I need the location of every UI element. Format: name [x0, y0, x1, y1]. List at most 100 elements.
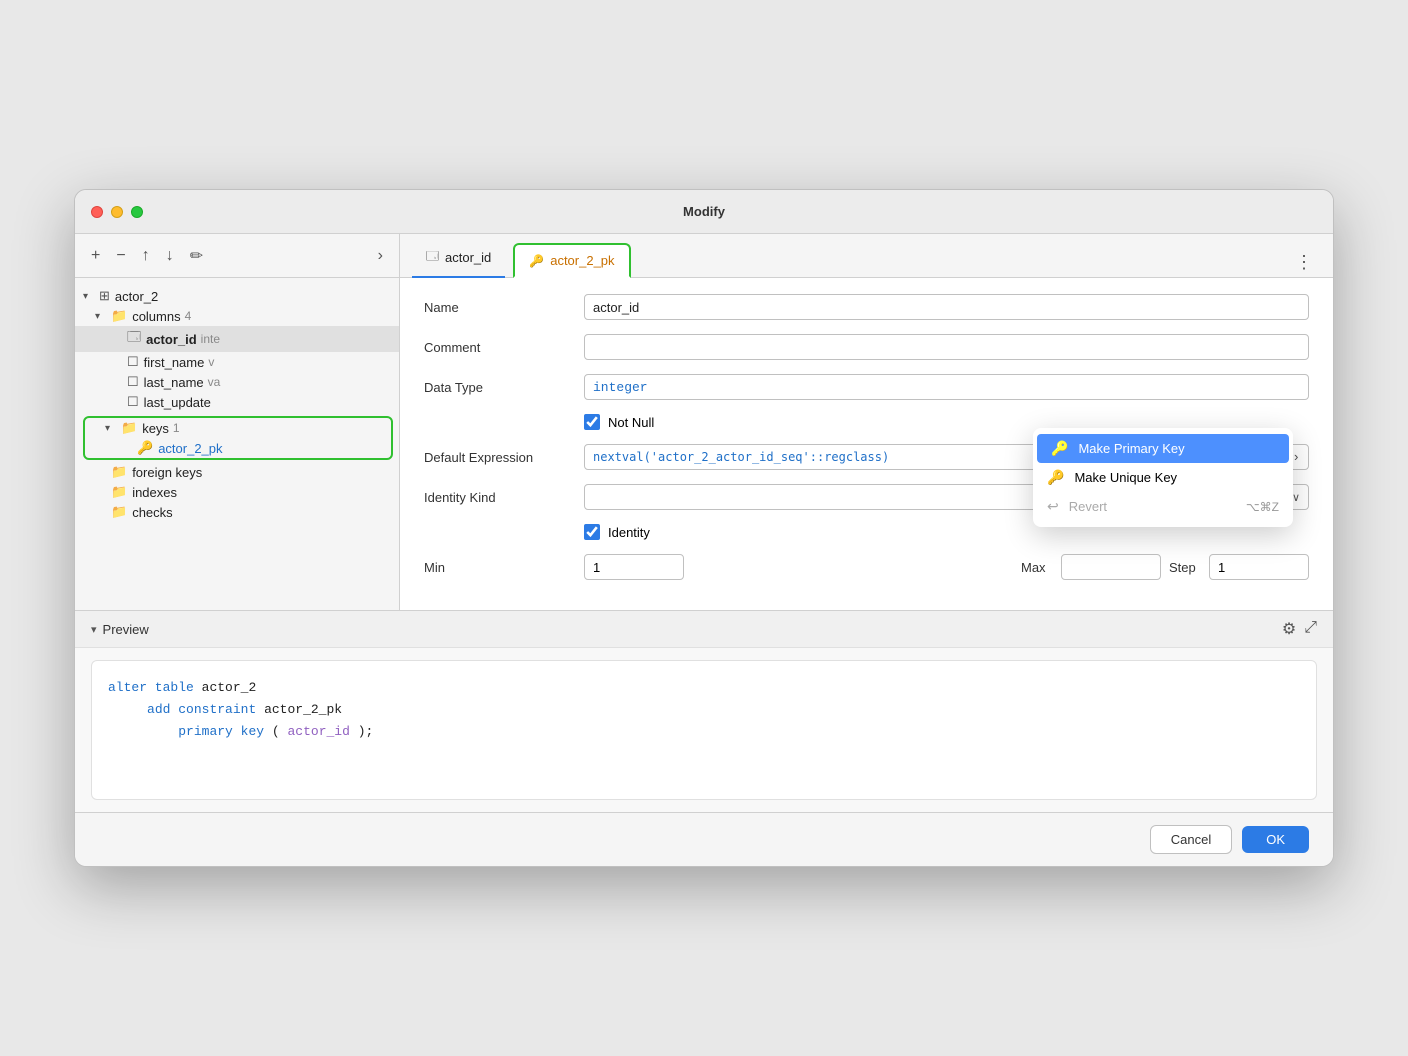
add-button[interactable]: +: [87, 245, 104, 267]
tab-more-button[interactable]: ⋮: [1287, 248, 1321, 277]
tree-item-columns[interactable]: ▾ 📁 columns 4: [75, 306, 399, 326]
min-label: Min: [424, 560, 584, 575]
menu-item-label: Make Primary Key: [1078, 441, 1184, 456]
tree-item-checks[interactable]: 📁 checks: [75, 502, 399, 522]
tree-label: keys: [142, 421, 169, 436]
key-gray-icon: 🔑: [1047, 469, 1064, 486]
tree-label: checks: [132, 505, 172, 520]
col-icon: ☐: [127, 354, 139, 370]
tree-item-foreign-keys[interactable]: 📁 foreign keys: [75, 462, 399, 482]
move-down-button[interactable]: ↓: [162, 245, 178, 267]
settings-icon[interactable]: ⚙: [1282, 619, 1296, 639]
notnull-label: Not Null: [608, 415, 654, 430]
chevron-down-icon: ∨: [1292, 491, 1300, 504]
folder-icon: 📁: [111, 484, 127, 500]
expand-icon[interactable]: ›: [1292, 450, 1300, 465]
tree-item-first-name[interactable]: ☐ first_name v: [75, 352, 399, 372]
keys-section: ▾ 📁 keys 1 🔑 actor_2_pk: [83, 416, 393, 460]
col-icon: 🗔: [127, 328, 141, 350]
code-indent: [108, 724, 170, 739]
ok-button[interactable]: OK: [1242, 826, 1309, 853]
min-input[interactable]: [584, 554, 684, 580]
step-input[interactable]: [1209, 554, 1309, 580]
window-title: Modify: [683, 204, 725, 219]
tab-label: actor_id: [445, 250, 491, 265]
sidebar: + − ↑ ↓ ✏ › ▾ ⊞ actor_2 ▾: [75, 234, 400, 610]
remove-button[interactable]: −: [112, 245, 129, 267]
identity-kind-label: Identity Kind: [424, 490, 584, 505]
key-orange-icon: 🔑: [1051, 440, 1068, 457]
tree-item-keys[interactable]: ▾ 📁 keys 1: [85, 418, 391, 438]
revert-icon: ↩: [1047, 498, 1059, 515]
code-line-2: add constraint actor_2_pk: [108, 699, 1300, 721]
default-expr-text: nextval('actor_2_actor_id_seq'::regclass…: [593, 450, 889, 464]
folder-icon: 📁: [111, 464, 127, 480]
folder-icon: 📁: [121, 420, 137, 436]
name-input[interactable]: [584, 294, 1309, 320]
preview-tools: ⚙ ⤢: [1282, 619, 1317, 639]
menu-item-label: Make Unique Key: [1074, 470, 1177, 485]
code-name-parens: (: [272, 724, 280, 739]
fullscreen-button[interactable]: [131, 206, 143, 218]
chevron-icon: ▾: [95, 311, 107, 322]
tree-item-indexes[interactable]: 📁 indexes: [75, 482, 399, 502]
code-keyword-add: add constraint: [147, 702, 256, 717]
folder-icon: 📁: [111, 308, 127, 324]
form-area: Name Comment Data Type: [400, 278, 1333, 610]
identity-label: Identity: [608, 525, 650, 540]
context-menu: 🔑 Make Primary Key 🔑 Make Unique Key ↩ R…: [1033, 428, 1293, 527]
titlebar: Modify: [75, 190, 1333, 234]
step-label: Step: [1169, 560, 1209, 575]
tab-actor2pk[interactable]: 🔑 actor_2_pk: [513, 243, 630, 278]
tree-meta: v: [208, 355, 214, 369]
export-icon[interactable]: ⤢: [1304, 619, 1317, 639]
traffic-lights: [91, 206, 143, 218]
code-name-actor2: actor_2: [202, 680, 257, 695]
form-row-name: Name: [424, 294, 1309, 320]
datatype-label: Data Type: [424, 380, 584, 395]
menu-item-make-primary-key[interactable]: 🔑 Make Primary Key: [1037, 434, 1289, 463]
expand-button[interactable]: ›: [374, 245, 387, 267]
code-line-3: primary key ( actor_id );: [108, 721, 1300, 743]
tree-label: actor_2: [115, 289, 158, 304]
tree-meta: 4: [185, 309, 192, 323]
tree-meta: 1: [173, 421, 180, 435]
max-input[interactable]: [1061, 554, 1161, 580]
code-keyword-primary: primary key: [178, 724, 264, 739]
minimize-button[interactable]: [111, 206, 123, 218]
main-content: + − ↑ ↓ ✏ › ▾ ⊞ actor_2 ▾: [75, 234, 1333, 866]
code-name-constraint: actor_2_pk: [264, 702, 342, 717]
close-button[interactable]: [91, 206, 103, 218]
menu-item-label: Revert: [1069, 499, 1107, 514]
tree-item-last-update[interactable]: ☐ last_update: [75, 392, 399, 412]
col-icon: ☐: [127, 374, 139, 390]
edit-button[interactable]: ✏: [186, 244, 207, 268]
tab-label: actor_2_pk: [550, 253, 614, 268]
tree-item-actor-id[interactable]: 🗔 actor_id inte: [75, 326, 399, 352]
tree-label: indexes: [132, 485, 177, 500]
right-panel: 🗔 actor_id 🔑 actor_2_pk ⋮ Name: [400, 234, 1333, 610]
form-row-comment: Comment: [424, 334, 1309, 360]
comment-input[interactable]: [584, 334, 1309, 360]
identity-checkbox[interactable]: [584, 524, 600, 540]
notnull-checkbox[interactable]: [584, 414, 600, 430]
tree-item-last-name[interactable]: ☐ last_name va: [75, 372, 399, 392]
table-icon: ⊞: [99, 288, 110, 304]
tree-item-actor2pk[interactable]: 🔑 actor_2_pk: [85, 438, 391, 458]
code-name-close: );: [358, 724, 374, 739]
tree-label: actor_2_pk: [158, 441, 222, 456]
tree-label: foreign keys: [132, 465, 202, 480]
top-area: + − ↑ ↓ ✏ › ▾ ⊞ actor_2 ▾: [75, 234, 1333, 610]
tabs-bar: 🗔 actor_id 🔑 actor_2_pk ⋮: [400, 234, 1333, 278]
cancel-button[interactable]: Cancel: [1150, 825, 1232, 854]
tree-label: last_name: [144, 375, 204, 390]
tree-label: columns: [132, 309, 180, 324]
form-row-datatype: Data Type: [424, 374, 1309, 400]
key-tab-icon: 🔑: [529, 254, 544, 268]
menu-item-make-unique-key[interactable]: 🔑 Make Unique Key: [1033, 463, 1293, 492]
tab-actor-id[interactable]: 🗔 actor_id: [412, 239, 505, 278]
tree-item-actor2[interactable]: ▾ ⊞ actor_2: [75, 286, 399, 306]
move-up-button[interactable]: ↑: [138, 245, 154, 267]
datatype-input[interactable]: [584, 374, 1309, 400]
tree-label: actor_id: [146, 332, 197, 347]
